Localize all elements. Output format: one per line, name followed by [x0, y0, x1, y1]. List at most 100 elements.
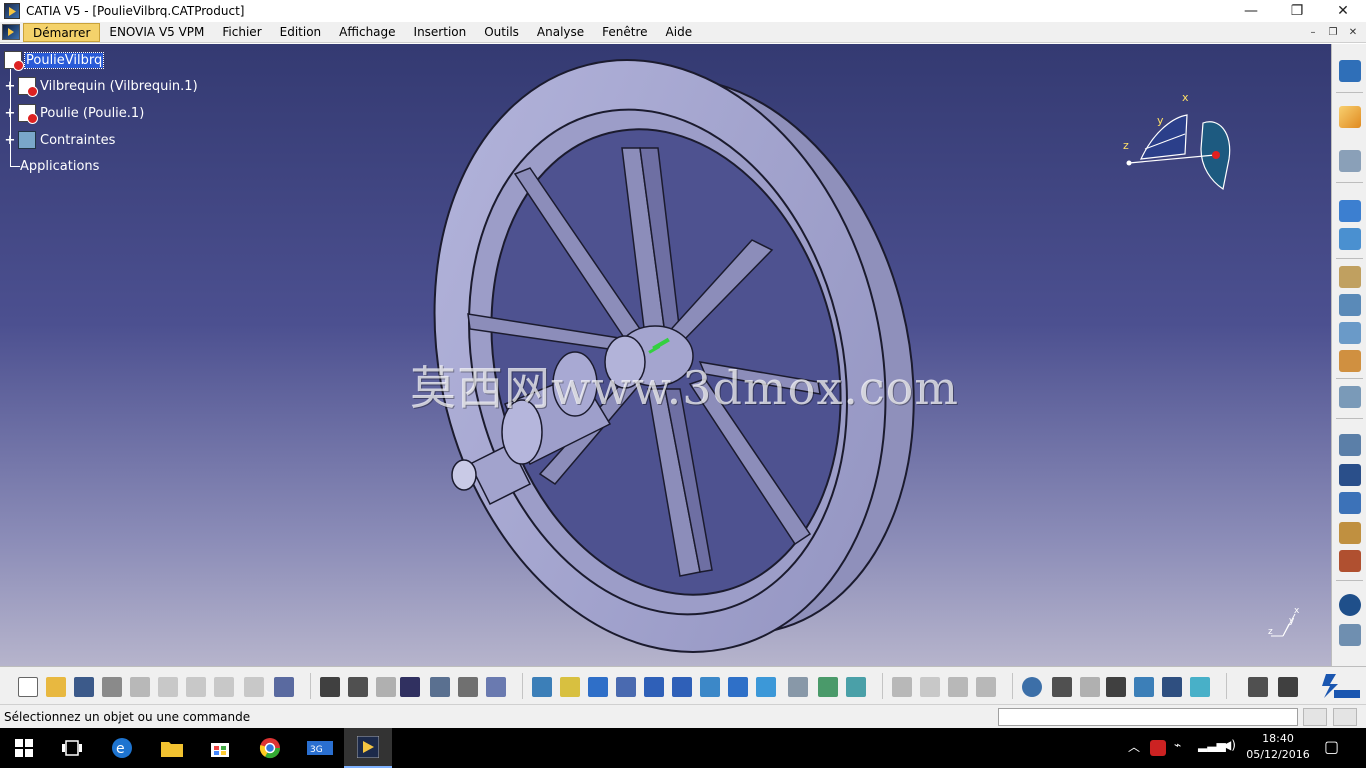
tree-item-label[interactable]: Poulie (Poulie.1): [40, 106, 144, 121]
isometric-view-icon[interactable]: [756, 677, 776, 697]
tree-item-label[interactable]: Applications: [20, 159, 99, 174]
menu-edition[interactable]: Edition: [271, 23, 331, 42]
constraints-list-icon[interactable]: [1339, 624, 1361, 646]
apply-material-icon[interactable]: [1162, 677, 1182, 697]
maximize-button[interactable]: ❐: [1274, 0, 1320, 22]
tree-root[interactable]: PoulieVilbrq: [4, 50, 105, 71]
menu-affichage[interactable]: Affichage: [330, 23, 404, 42]
hide-show-icon[interactable]: [818, 677, 838, 697]
publication-icon[interactable]: [486, 677, 506, 697]
graph-tree-reordering-icon[interactable]: [1339, 228, 1361, 250]
store-button[interactable]: [196, 728, 244, 768]
zoom-out-icon[interactable]: [672, 677, 692, 697]
replace-component-icon[interactable]: [1339, 200, 1361, 222]
explode-icon[interactable]: [1339, 322, 1361, 344]
update-icon[interactable]: [1339, 594, 1361, 616]
measure-item-icon[interactable]: [1278, 677, 1298, 697]
mdi-restore-button[interactable]: ❐: [1324, 24, 1342, 40]
pan-icon[interactable]: [588, 677, 608, 697]
file-explorer-button[interactable]: [148, 728, 196, 768]
save-icon[interactable]: [74, 677, 94, 697]
select-arrow-icon[interactable]: [1339, 106, 1361, 128]
shading-icon[interactable]: [788, 677, 808, 697]
system-clock[interactable]: 18:40 05/12/2016: [1244, 731, 1312, 763]
status-button-2[interactable]: [1333, 708, 1357, 726]
lock-icon[interactable]: [458, 677, 478, 697]
minimize-button[interactable]: —: [1228, 0, 1274, 22]
catia-taskbar-button[interactable]: [344, 728, 392, 768]
tree-item-contraintes[interactable]: + Contraintes: [4, 130, 115, 150]
new-document-icon[interactable]: [18, 677, 38, 697]
assembly-workbench-icon[interactable]: [1339, 60, 1361, 82]
angle-constraint-icon[interactable]: [1339, 522, 1361, 544]
open-folder-icon[interactable]: [46, 677, 66, 697]
command-input[interactable]: [998, 708, 1298, 726]
paste-icon[interactable]: [186, 677, 206, 697]
measure-icon[interactable]: [1134, 677, 1154, 697]
clash-icon[interactable]: [1339, 386, 1361, 408]
task-view-button[interactable]: [48, 728, 96, 768]
document-menu-icon[interactable]: [2, 24, 20, 40]
whats-this-icon[interactable]: [274, 677, 294, 697]
tree-item-vilbrequin[interactable]: + Vilbrequin (Vilbrequin.1): [4, 76, 198, 97]
measure-between-icon[interactable]: [1248, 677, 1268, 697]
expand-icon[interactable]: +: [4, 79, 16, 94]
fit-all-in-icon[interactable]: [560, 677, 580, 697]
multi-view-icon[interactable]: [728, 677, 748, 697]
menu-analyse[interactable]: Analyse: [528, 23, 593, 42]
tree-item-label[interactable]: Contraintes: [40, 133, 115, 148]
edge-button[interactable]: e: [98, 728, 146, 768]
new-component-icon[interactable]: [1339, 150, 1361, 172]
fix-component-icon[interactable]: [1339, 550, 1361, 572]
snap-icon[interactable]: [1339, 294, 1361, 316]
compass-icon[interactable]: x y z: [1115, 89, 1240, 199]
tree-item-label[interactable]: Vilbrequin (Vilbrequin.1): [40, 79, 198, 94]
menu-outils[interactable]: Outils: [475, 23, 528, 42]
menu-aide[interactable]: Aide: [657, 23, 702, 42]
tray-volume-icon[interactable]: ◀): [1222, 738, 1236, 752]
redo-icon[interactable]: [244, 677, 264, 697]
rotate-icon[interactable]: [616, 677, 636, 697]
print-icon[interactable]: [102, 677, 122, 697]
knowledge-icon[interactable]: [376, 677, 396, 697]
360-browser-button[interactable]: 3G: [296, 728, 344, 768]
chrome-button[interactable]: [246, 728, 294, 768]
analysis-icon-3[interactable]: [948, 677, 968, 697]
manipulation-icon[interactable]: [1339, 266, 1361, 288]
menu-insertion[interactable]: Insertion: [405, 23, 476, 42]
stop-manipulate-icon[interactable]: [1339, 350, 1361, 372]
swap-visible-space-icon[interactable]: [846, 677, 866, 697]
analysis-icon-1[interactable]: [892, 677, 912, 697]
catalog-icon[interactable]: [430, 677, 450, 697]
menu-demarrer[interactable]: Démarrer: [23, 22, 101, 42]
tray-antivirus-icon[interactable]: [1150, 740, 1166, 756]
menu-fichier[interactable]: Fichier: [213, 23, 270, 42]
menu-fenetre[interactable]: Fenêtre: [593, 23, 656, 42]
contact-constraint-icon[interactable]: [1339, 464, 1361, 486]
previous-icon[interactable]: [1052, 677, 1072, 697]
compass-toggle-icon[interactable]: [1022, 677, 1042, 697]
offset-constraint-icon[interactable]: [1339, 492, 1361, 514]
table-icon[interactable]: [400, 677, 420, 697]
menu-enovia[interactable]: ENOVIA V5 VPM: [100, 23, 213, 42]
cut-icon[interactable]: [130, 677, 150, 697]
normal-view-icon[interactable]: [700, 677, 720, 697]
undo-icon[interactable]: [214, 677, 234, 697]
status-button-1[interactable]: [1303, 708, 1327, 726]
fly-mode-icon[interactable]: [532, 677, 552, 697]
search-icon[interactable]: [1106, 677, 1126, 697]
tree-root-label[interactable]: PoulieVilbrq: [23, 51, 105, 69]
expand-icon[interactable]: +: [4, 133, 16, 148]
analysis-icon-4[interactable]: [976, 677, 996, 697]
close-button[interactable]: ✕: [1320, 0, 1366, 22]
next-icon[interactable]: [1080, 677, 1100, 697]
comment-icon[interactable]: [348, 677, 368, 697]
zoom-in-icon[interactable]: [644, 677, 664, 697]
3d-viewport[interactable]: PoulieVilbrq + Vilbrequin (Vilbrequin.1)…: [0, 44, 1331, 666]
mdi-minimize-button[interactable]: –: [1304, 24, 1322, 40]
mdi-close-button[interactable]: ✕: [1344, 24, 1362, 40]
copy-icon[interactable]: [158, 677, 178, 697]
expand-icon[interactable]: +: [4, 106, 16, 121]
tray-chevron-icon[interactable]: ︿: [1128, 738, 1140, 755]
analysis-icon-2[interactable]: [920, 677, 940, 697]
